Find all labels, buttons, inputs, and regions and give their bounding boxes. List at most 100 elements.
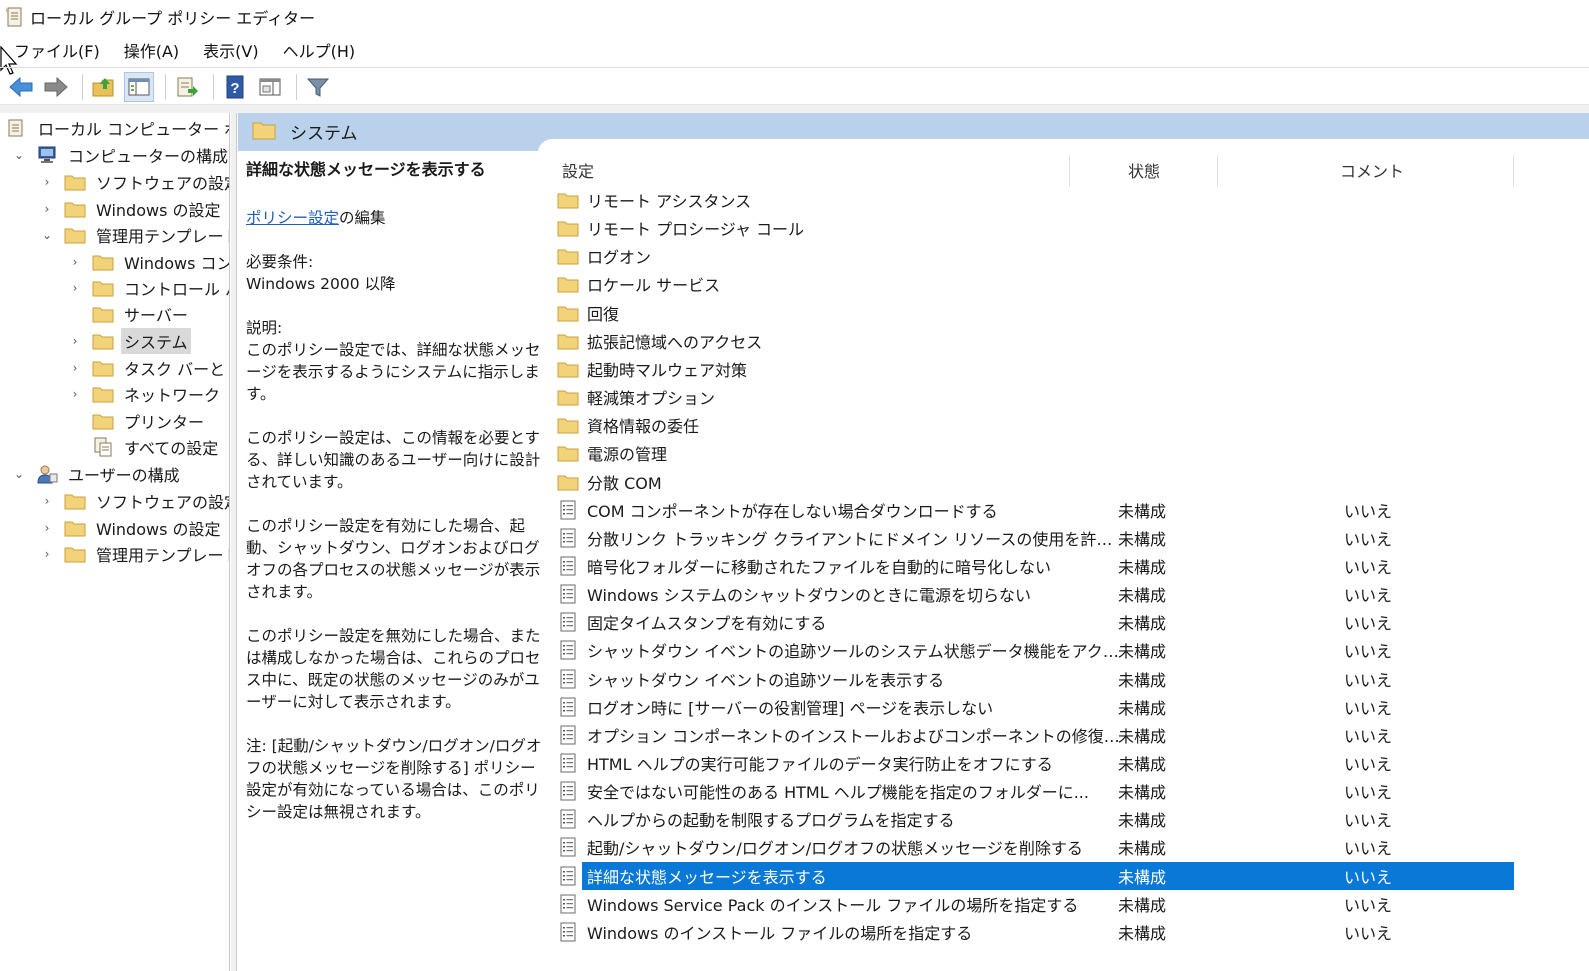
chevron-right-icon[interactable]: ›: [68, 361, 82, 375]
tree-label: システム: [121, 328, 191, 354]
show-hide-tree-icon[interactable]: [124, 71, 154, 102]
chevron-down-icon[interactable]: ⌄: [12, 467, 26, 481]
policy-row[interactable]: Windows のインストール ファイルの場所を指定する 未構成 いいえ: [556, 918, 1516, 946]
menu-view[interactable]: 表示(V): [191, 38, 270, 66]
menu-action[interactable]: 操作(A): [112, 38, 191, 66]
tree-item-user-configuration[interactable]: ⌄ ユーザーの構成: [12, 461, 183, 487]
help-icon[interactable]: ?: [220, 72, 250, 102]
folder-row[interactable]: 軽減策オプション: [556, 383, 1516, 411]
column-header-setting[interactable]: 設定: [562, 151, 594, 189]
policy-row[interactable]: COM コンポーネントが存在しない場合ダウンロードする 未構成 いいえ: [556, 496, 1516, 524]
chevron-right-icon[interactable]: ›: [68, 387, 82, 401]
policy-state: 未構成: [1118, 895, 1167, 915]
tree-item-printers[interactable]: プリンター: [68, 408, 207, 434]
policy-name: Windows のインストール ファイルの場所を指定する: [587, 923, 973, 943]
policy-row-selected[interactable]: 詳細な状態メッセージを表示する 未構成 いいえ: [556, 861, 1516, 890]
tree-item-control-panel[interactable]: › コントロール パネル: [68, 275, 229, 301]
folder-icon: [556, 302, 580, 324]
tree-item-computer-configuration[interactable]: ⌄ コンピューターの構成: [12, 142, 229, 168]
policy-row[interactable]: Windows Service Pack のインストール ファイルの場所を指定す…: [556, 890, 1516, 918]
policy-row[interactable]: ログオン時に [サーバーの役割管理] ページを表示しない 未構成 いいえ: [556, 693, 1516, 721]
tree-item-windows-settings[interactable]: › Windows の設定: [40, 196, 224, 222]
folder-icon: [556, 245, 580, 267]
policy-row[interactable]: HTML ヘルプの実行可能ファイルのデータ実行防止をオフにする 未構成 いいえ: [556, 749, 1516, 777]
policy-comment: いいえ: [1344, 923, 1393, 943]
folder-icon: [92, 304, 114, 324]
tree-item-server[interactable]: サーバー: [68, 301, 191, 327]
tree-item-user-software-settings[interactable]: › ソフトウェアの設定: [40, 488, 229, 514]
show-hide-action-pane-icon[interactable]: [255, 72, 285, 102]
tree-item-administrative-templates[interactable]: ⌄ 管理用テンプレート: [40, 222, 229, 248]
folder-icon: [64, 199, 86, 219]
policy-row[interactable]: シャットダウン イベントの追跡ツールのシステム状態データ機能をアクテ... 未構成…: [556, 636, 1516, 664]
tree-item-local-computer-policy[interactable]: ローカル コンピューター ポリシー: [6, 115, 229, 141]
policy-comment: いいえ: [1344, 726, 1393, 746]
back-icon[interactable]: [6, 72, 36, 102]
folder-icon: [556, 471, 580, 493]
column-divider[interactable]: [1069, 155, 1070, 187]
folder-row[interactable]: ログオン: [556, 242, 1516, 270]
chevron-right-icon[interactable]: ›: [40, 521, 54, 535]
policy-row[interactable]: ヘルプからの起動を制限するプログラムを指定する 未構成 いいえ: [556, 805, 1516, 833]
folder-row[interactable]: ロケール サービス: [556, 270, 1516, 298]
policy-setting-icon: [556, 555, 580, 577]
policy-row[interactable]: 起動/シャットダウン/ログオン/ログオフの状態メッセージを削除する 未構成 いいえ: [556, 833, 1516, 861]
folder-row[interactable]: リモート プロシージャ コール: [556, 214, 1516, 242]
chevron-right-icon[interactable]: ›: [40, 494, 54, 508]
chevron-right-icon[interactable]: ›: [68, 281, 82, 295]
folder-icon: [556, 386, 580, 408]
folder-row[interactable]: 起動時マルウェア対策: [556, 355, 1516, 383]
folder-icon: [556, 217, 580, 239]
policy-row[interactable]: シャットダウン イベントの追跡ツールを表示する 未構成 いいえ: [556, 665, 1516, 693]
column-header-comment[interactable]: コメント: [1340, 151, 1404, 189]
policy-state: 未構成: [1118, 811, 1167, 831]
tree-item-taskbar-start-menu[interactable]: › タスク バーと [スタート] メニュー: [68, 355, 229, 381]
policy-row[interactable]: 固定タイムスタンプを有効にする 未構成 いいえ: [556, 608, 1516, 636]
column-divider[interactable]: [1217, 155, 1218, 187]
folder-row[interactable]: リモート アシスタンス: [556, 186, 1516, 214]
chevron-right-icon[interactable]: ›: [40, 175, 54, 189]
folder-row[interactable]: 拡張記憶域へのアクセス: [556, 327, 1516, 355]
chevron-right-icon[interactable]: ›: [40, 547, 54, 561]
export-list-icon[interactable]: [172, 72, 202, 102]
tree-item-user-administrative-templates[interactable]: › 管理用テンプレート: [40, 541, 229, 567]
settings-list: 設定 状態 コメント リモート アシスタンス リモート プロシージャ コール ログオ…: [548, 151, 1589, 971]
tree-item-network[interactable]: › ネットワーク: [68, 381, 223, 407]
requirements-label: 必要条件:: [246, 253, 314, 271]
policy-row[interactable]: Windows システムのシャットダウンのときに電源を切らない 未構成 いいえ: [556, 580, 1516, 608]
column-header-state[interactable]: 状態: [1128, 151, 1160, 189]
policy-comment: いいえ: [1344, 895, 1393, 915]
chevron-down-icon[interactable]: ⌄: [12, 148, 26, 162]
edit-policy-link[interactable]: ポリシー設定: [246, 209, 339, 227]
menu-file[interactable]: ファイル(F): [0, 38, 112, 66]
up-folder-icon[interactable]: [89, 72, 119, 102]
chevron-down-icon[interactable]: ⌄: [40, 228, 54, 242]
tree-item-windows-components[interactable]: › Windows コンポーネント: [68, 249, 229, 275]
policy-row[interactable]: 暗号化フォルダーに移動されたファイルを自動的に暗号化しない 未構成 いいえ: [556, 552, 1516, 580]
forward-icon[interactable]: [41, 72, 71, 102]
tree-item-user-windows-settings[interactable]: › Windows の設定: [40, 515, 224, 541]
tree-label: ローカル コンピューター ポリシー: [38, 120, 229, 139]
menu-help[interactable]: ヘルプ(H): [271, 38, 368, 66]
filter-icon[interactable]: [303, 72, 333, 102]
policy-row[interactable]: オプション コンポーネントのインストールおよびコンポーネントの修復のた... 未構…: [556, 721, 1516, 749]
policy-comment: いいえ: [1344, 783, 1393, 803]
tree-label: サーバー: [124, 306, 188, 325]
tree-item-system[interactable]: › システム: [68, 328, 191, 354]
tree-label: プリンター: [124, 413, 205, 432]
folder-row[interactable]: 分散 COM: [556, 468, 1516, 496]
chevron-right-icon[interactable]: ›: [40, 202, 54, 216]
pane-splitter[interactable]: [231, 113, 237, 971]
chevron-right-icon[interactable]: ›: [68, 255, 82, 269]
policy-row[interactable]: 安全ではない可能性のある HTML ヘルプ機能を指定のフォルダーに... 未構成 い…: [556, 777, 1516, 805]
folder-row[interactable]: 回復: [556, 299, 1516, 327]
tree-item-software-settings[interactable]: › ソフトウェアの設定: [40, 169, 229, 195]
column-divider[interactable]: [1513, 155, 1514, 187]
tree-item-all-settings[interactable]: すべての設定: [68, 434, 221, 460]
chevron-right-icon[interactable]: ›: [68, 334, 82, 348]
folder-row[interactable]: 資格情報の委任: [556, 411, 1516, 439]
folder-row[interactable]: 電源の管理: [556, 439, 1516, 467]
policy-row[interactable]: 分散リンク トラッキング クライアントにドメイン リソースの使用を許可する 未構成…: [556, 524, 1516, 552]
folder-name: リモート プロシージャ コール: [587, 220, 805, 240]
